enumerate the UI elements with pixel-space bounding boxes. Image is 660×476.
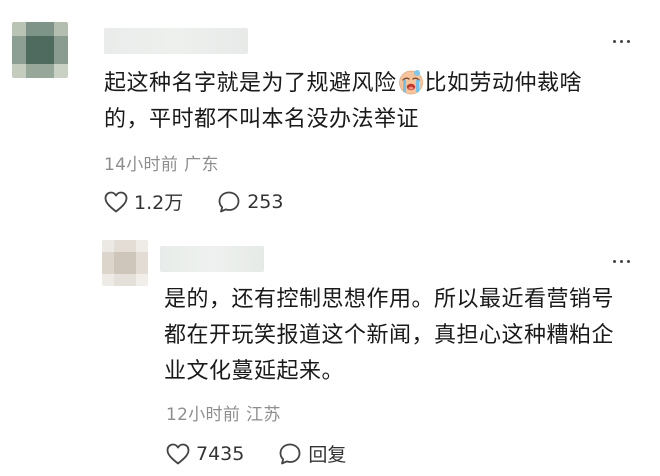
more-options-button[interactable] [609, 36, 634, 47]
like-button[interactable]: 1.2万 [104, 188, 183, 215]
reply-item: 是的，还有控制思想作用。所以最近看营销号都在开玩笑报道这个新闻，真担心这种糟粕企… [0, 230, 660, 476]
heart-outline-icon [166, 443, 190, 464]
comment-meta: 12小时前 江苏 [166, 400, 281, 425]
comment-text: 起这种名字就是为了规避风险 比如劳动仲裁啥的，平时都不叫本名没办法举证 [104, 66, 624, 138]
comment-time: 14小时前 [104, 155, 179, 175]
comment-meta: 14小时前 广东 [104, 150, 219, 175]
reply-count: 253 [247, 190, 284, 213]
comment-text-part: 起这种名字就是为了规避风险 [104, 71, 397, 96]
heart-outline-icon [104, 191, 128, 212]
like-count: 7435 [196, 442, 245, 465]
like-button[interactable]: 7435 [166, 443, 244, 465]
reply-label: 回复 [308, 444, 347, 466]
comment-location: 广东 [184, 155, 219, 175]
avatar[interactable] [102, 240, 148, 286]
comment-text: 是的，还有控制思想作用。所以最近看营销号都在开玩笑报道这个新闻，真担心这种糟粕企… [164, 287, 615, 384]
avatar[interactable] [12, 22, 68, 78]
more-options-button[interactable] [609, 256, 634, 267]
like-count: 1.2万 [134, 192, 184, 214]
reply-button[interactable]: 253 [217, 190, 283, 214]
more-dots-icon [613, 40, 616, 43]
username-blurred[interactable] [160, 246, 264, 272]
comment-actions: 7435 回复 [166, 440, 380, 467]
crying-face-emoji [398, 70, 423, 95]
username-blurred[interactable] [104, 28, 248, 54]
more-dots-icon [613, 260, 616, 263]
comment-location: 江苏 [246, 405, 281, 425]
comment-item: 起这种名字就是为了规避风险 比如劳动仲裁啥的，平时都不叫本名没办法举证 14小时… [0, 0, 660, 230]
comment-time: 12小时前 [166, 405, 241, 425]
reply-button[interactable]: 回复 [278, 440, 346, 467]
comment-actions: 1.2万 253 [104, 188, 317, 215]
speech-bubble-icon [218, 191, 240, 212]
speech-bubble-icon [279, 443, 301, 464]
